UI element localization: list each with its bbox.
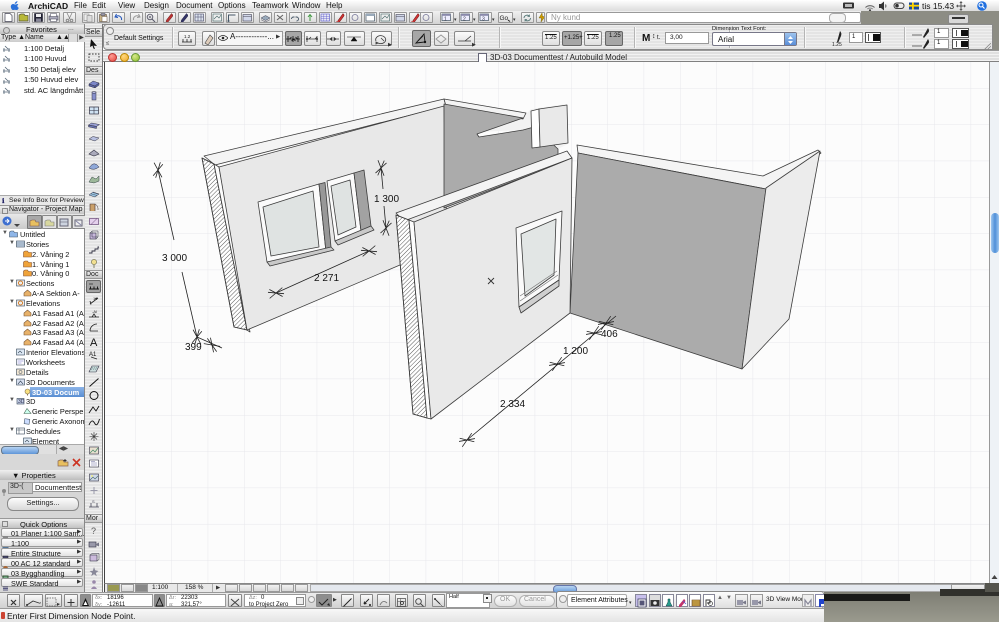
svg-text:3 000: 3 000 (162, 253, 187, 264)
svg-text:1.2: 1.2 (184, 34, 191, 39)
svg-text:2 271: 2 271 (314, 273, 339, 284)
svg-text:1: 1 (444, 17, 447, 23)
svg-text:2 334: 2 334 (500, 399, 525, 410)
svg-text:A1: A1 (89, 352, 97, 358)
svg-text:A: A (90, 337, 98, 347)
svg-text:1 300: 1 300 (374, 194, 399, 205)
svg-text:2: 2 (463, 17, 466, 23)
svg-text:399: 399 (185, 342, 202, 353)
svg-text:-Al: -Al (92, 309, 97, 314)
svg-text:S: S (92, 499, 95, 504)
svg-text:Go: Go (500, 15, 509, 22)
svg-text:?: ? (91, 526, 96, 536)
svg-text:12: 12 (93, 296, 98, 301)
svg-text:3: 3 (482, 17, 485, 23)
svg-text:1.25: 1.25 (832, 42, 842, 47)
svg-text:3D: 3D (18, 399, 25, 405)
svg-text:406: 406 (601, 329, 618, 340)
svg-text:1 200: 1 200 (563, 346, 588, 357)
